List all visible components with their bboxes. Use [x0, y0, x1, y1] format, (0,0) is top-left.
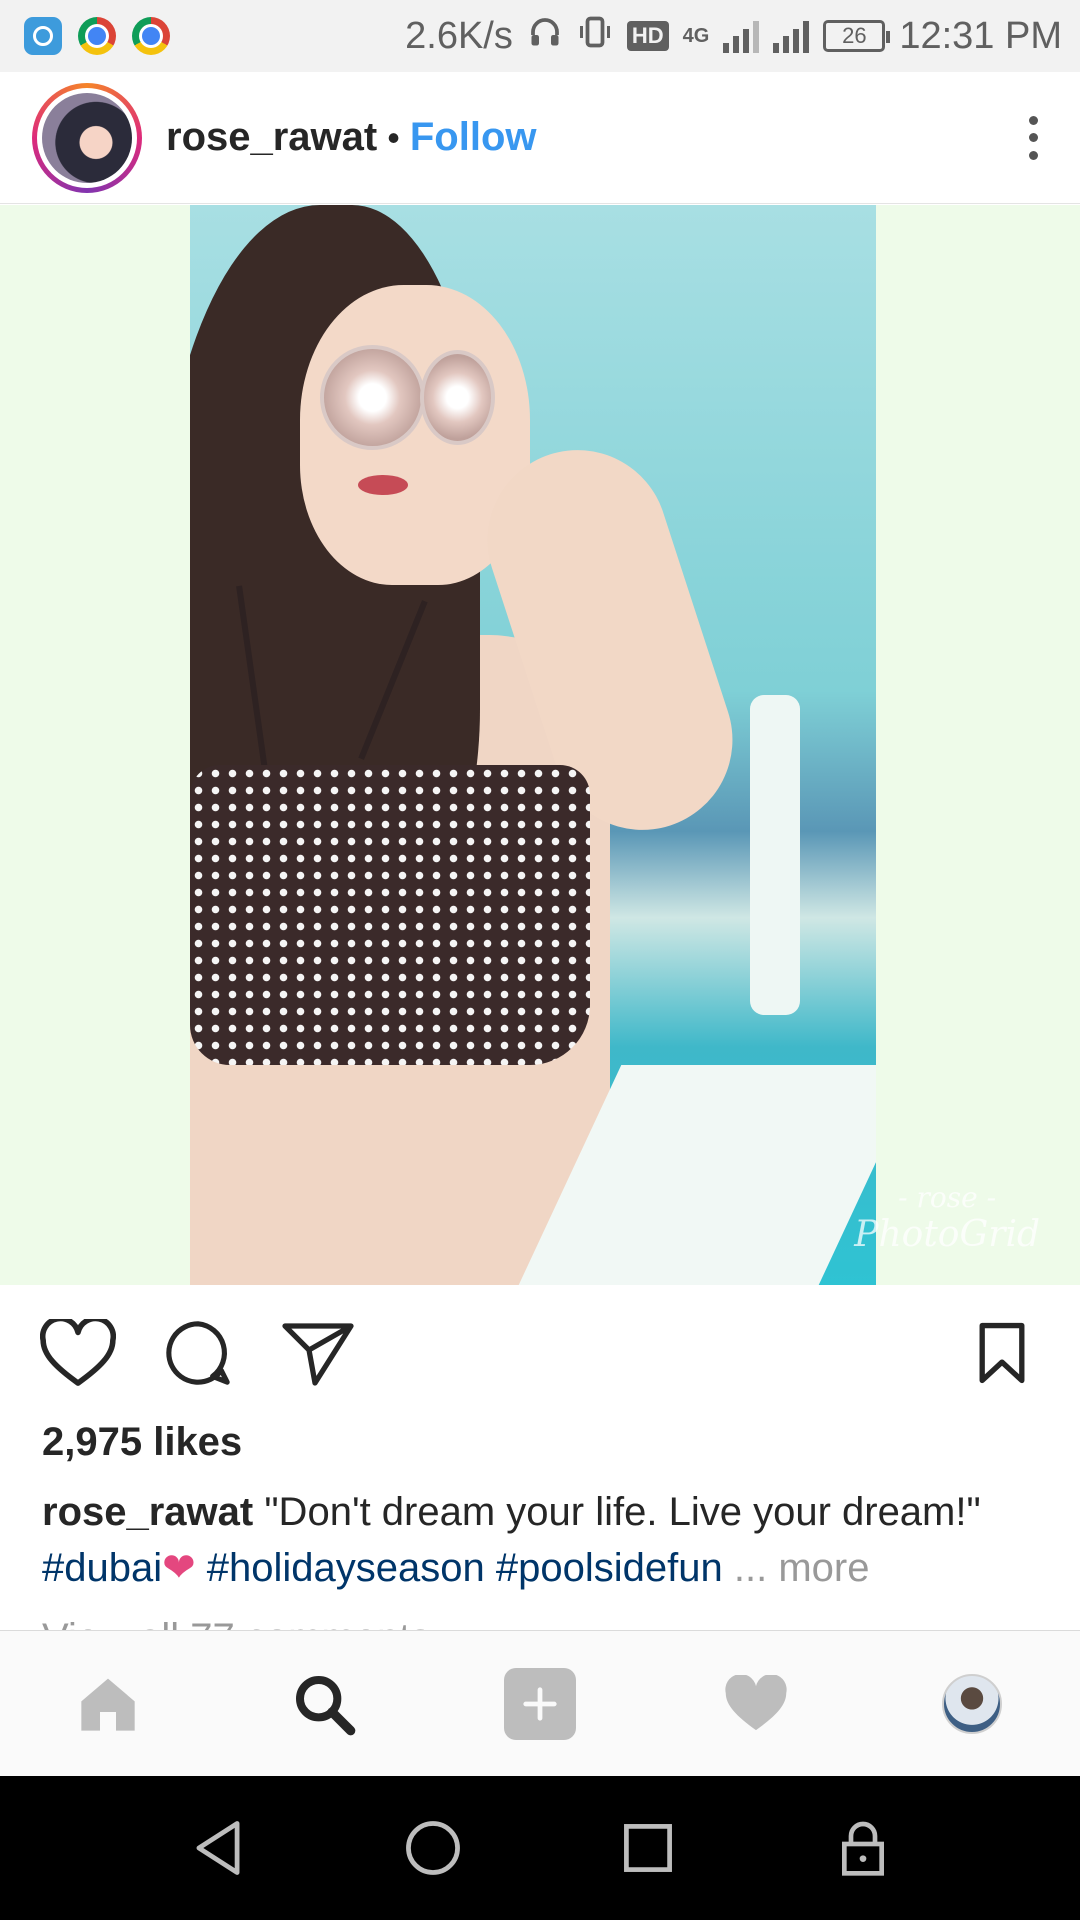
- post-image[interactable]: - rose - PhotoGrid: [0, 205, 1080, 1285]
- photo-watermark: - rose - PhotoGrid: [854, 1181, 1040, 1255]
- app-notification-icon: [24, 17, 62, 55]
- chrome-notification-icon-2: [132, 17, 170, 55]
- signal-icon-2: [773, 19, 810, 53]
- back-icon[interactable]: [178, 1808, 258, 1888]
- separator-dot: •: [387, 116, 400, 158]
- post-actions: [0, 1300, 1080, 1405]
- status-bar: 2.6K/s HD 4G 26 12:31 PM: [0, 0, 1080, 72]
- caption-more-link[interactable]: ... more: [734, 1546, 870, 1590]
- nav-activity-heart-icon[interactable]: [711, 1659, 801, 1749]
- hd-badge: HD: [626, 21, 669, 51]
- vibrate-icon: [577, 14, 613, 58]
- network-type: 4G: [682, 25, 710, 47]
- post-header: rose_rawat • Follow: [0, 72, 1080, 204]
- headphones-icon: [527, 14, 563, 58]
- recents-square-icon[interactable]: [608, 1808, 688, 1888]
- like-count[interactable]: 2,975 likes: [42, 1420, 242, 1465]
- home-circle-icon[interactable]: [393, 1808, 473, 1888]
- view-comments-link[interactable]: View all 77 comments: [42, 1610, 430, 1632]
- watermark-line2: PhotoGrid: [854, 1214, 1040, 1255]
- avatar-image: [42, 92, 132, 183]
- lock-icon[interactable]: [823, 1808, 903, 1888]
- comment-icon[interactable]: [158, 1313, 238, 1393]
- nav-home-icon[interactable]: [63, 1659, 153, 1749]
- more-options-icon[interactable]: [1018, 108, 1048, 168]
- battery-icon: 26: [823, 20, 891, 52]
- clock: 12:31 PM: [899, 14, 1062, 57]
- system-navigation-bar: [0, 1776, 1080, 1920]
- bottom-navigation: [0, 1630, 1080, 1776]
- bookmark-icon[interactable]: [962, 1313, 1042, 1393]
- caption-username[interactable]: rose_rawat: [42, 1490, 253, 1534]
- nav-add-post-icon[interactable]: [495, 1659, 585, 1749]
- caption-text: "Don't dream your life. Live your dream!…: [264, 1490, 981, 1534]
- network-speed: 2.6K/s: [405, 14, 513, 57]
- hashtag-holidayseason[interactable]: #holidayseason: [207, 1546, 485, 1590]
- battery-level: 26: [842, 23, 867, 48]
- watermark-line1: - rose -: [898, 1181, 997, 1214]
- story-avatar[interactable]: [32, 82, 142, 193]
- post-photo: [190, 205, 876, 1285]
- like-heart-icon[interactable]: [38, 1313, 118, 1393]
- post-caption: rose_rawat "Don't dream your life. Live …: [42, 1484, 1042, 1596]
- follow-button[interactable]: Follow: [410, 115, 537, 160]
- share-direct-icon[interactable]: [278, 1313, 358, 1393]
- signal-icon: [723, 19, 760, 53]
- heart-emoji: ❤: [162, 1546, 196, 1590]
- post-username[interactable]: rose_rawat: [166, 115, 377, 160]
- nav-profile-avatar[interactable]: [927, 1659, 1017, 1749]
- nav-search-icon[interactable]: [279, 1659, 369, 1749]
- hashtag-poolsidefun[interactable]: #poolsidefun: [496, 1546, 723, 1590]
- chrome-notification-icon: [78, 17, 116, 55]
- hashtag-dubai[interactable]: #dubai: [42, 1546, 162, 1590]
